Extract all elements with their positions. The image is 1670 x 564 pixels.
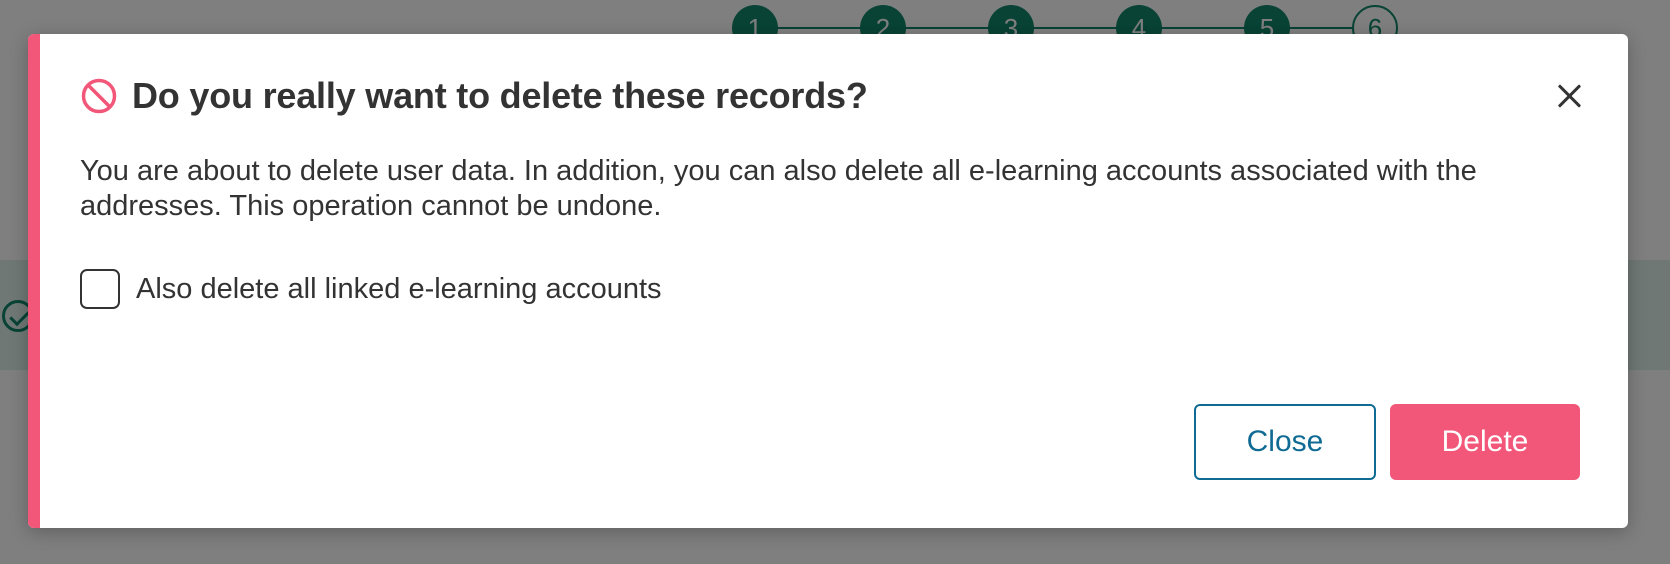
ban-icon: [81, 78, 117, 114]
dialog-title: Do you really want to delete these recor…: [132, 75, 868, 116]
close-button[interactable]: Close: [1194, 404, 1376, 480]
checkbox-label: Also delete all linked e-learning accoun…: [136, 272, 662, 305]
delete-linked-accounts-option[interactable]: Also delete all linked e-learning accoun…: [80, 268, 662, 310]
delete-linked-accounts-checkbox[interactable]: [80, 269, 120, 309]
dialog-message: You are about to delete user data. In ad…: [80, 155, 1477, 222]
delete-confirmation-dialog: Do you really want to delete these recor…: [28, 34, 1628, 528]
dialog-header: Do you really want to delete these recor…: [80, 72, 1588, 120]
delete-button[interactable]: Delete: [1390, 404, 1580, 480]
dialog-accent-bar: [28, 34, 40, 528]
close-icon[interactable]: [1552, 78, 1588, 114]
